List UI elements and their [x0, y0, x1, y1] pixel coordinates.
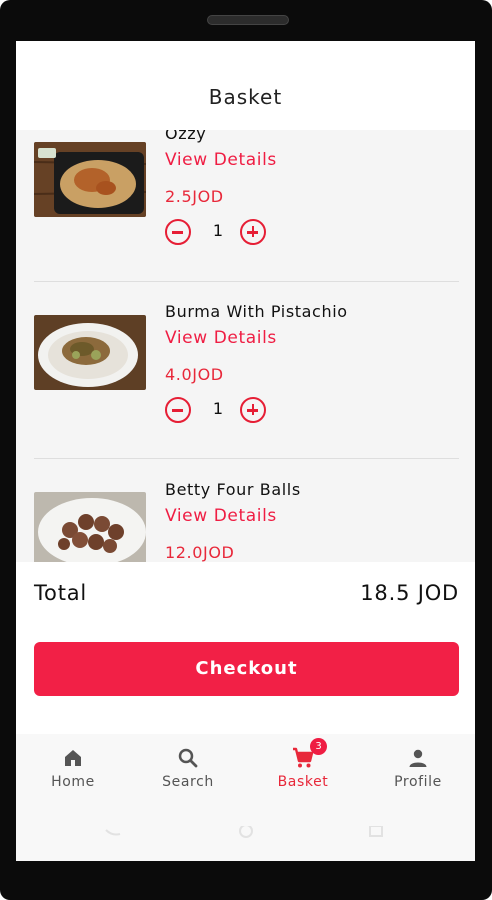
phone-speaker: [207, 15, 289, 25]
item-thumbnail-betty: [34, 492, 146, 562]
app-header: Basket: [16, 41, 475, 130]
nav-label-search: Search: [162, 774, 214, 790]
item-name: Betty Four Balls: [165, 480, 301, 499]
checkout-button[interactable]: Checkout: [34, 642, 459, 696]
item-price: 2.5JOD: [165, 187, 224, 206]
system-nav-bar: [16, 824, 475, 846]
nav-item-profile[interactable]: Profile: [368, 746, 468, 806]
nav-item-search[interactable]: Search: [138, 746, 238, 806]
quantity-value: 1: [212, 221, 224, 240]
nav-label-basket: Basket: [277, 774, 329, 790]
phone-frame: Basket Ozzy View Details 2.5JOD 1 Burma …: [0, 0, 492, 900]
decrease-quantity-button[interactable]: [165, 219, 191, 245]
nav-item-home[interactable]: Home: [23, 746, 123, 806]
home-icon: [60, 746, 86, 770]
basket-list[interactable]: Ozzy View Details 2.5JOD 1 Burma With Pi…: [16, 130, 475, 562]
cart-count-badge: 3: [310, 738, 327, 755]
cart-icon: 3: [290, 738, 327, 770]
item-name: Ozzy: [165, 130, 207, 143]
nav-label-profile: Profile: [394, 774, 442, 790]
item-price: 12.0JOD: [165, 543, 235, 562]
item-name: Burma With Pistachio: [165, 302, 348, 321]
page-title: Basket: [208, 85, 283, 109]
quantity-stepper: 1: [165, 219, 275, 249]
search-icon: [175, 746, 201, 770]
app-screen: Basket Ozzy View Details 2.5JOD 1 Burma …: [16, 41, 475, 861]
view-details-link[interactable]: View Details: [165, 150, 277, 170]
item-thumbnail-burma: [34, 315, 146, 390]
item-thumbnail-ozzy: [34, 142, 146, 217]
total-value: 18.5 JOD: [360, 581, 459, 605]
person-icon: [405, 746, 431, 770]
decrease-quantity-button[interactable]: [165, 397, 191, 423]
basket-item: Betty Four Balls View Details 12.0JOD: [34, 480, 459, 562]
item-divider: [34, 458, 459, 459]
increase-quantity-button[interactable]: [240, 219, 266, 245]
view-details-link[interactable]: View Details: [165, 328, 277, 348]
total-row: Total 18.5 JOD: [34, 581, 459, 611]
item-price: 4.0JOD: [165, 365, 224, 384]
total-label: Total: [34, 581, 88, 605]
nav-label-home: Home: [51, 774, 95, 790]
basket-item: Burma With Pistachio View Details 4.0JOD…: [34, 302, 459, 472]
nav-item-basket[interactable]: 3 Basket: [253, 738, 353, 806]
increase-quantity-button[interactable]: [240, 397, 266, 423]
view-details-link[interactable]: View Details: [165, 506, 277, 526]
basket-item: Ozzy View Details 2.5JOD 1: [34, 130, 459, 294]
quantity-stepper: 1: [165, 397, 275, 427]
item-divider: [34, 281, 459, 282]
bottom-nav: Home Search 3 Basket Profile: [16, 734, 475, 861]
quantity-value: 1: [212, 399, 224, 418]
